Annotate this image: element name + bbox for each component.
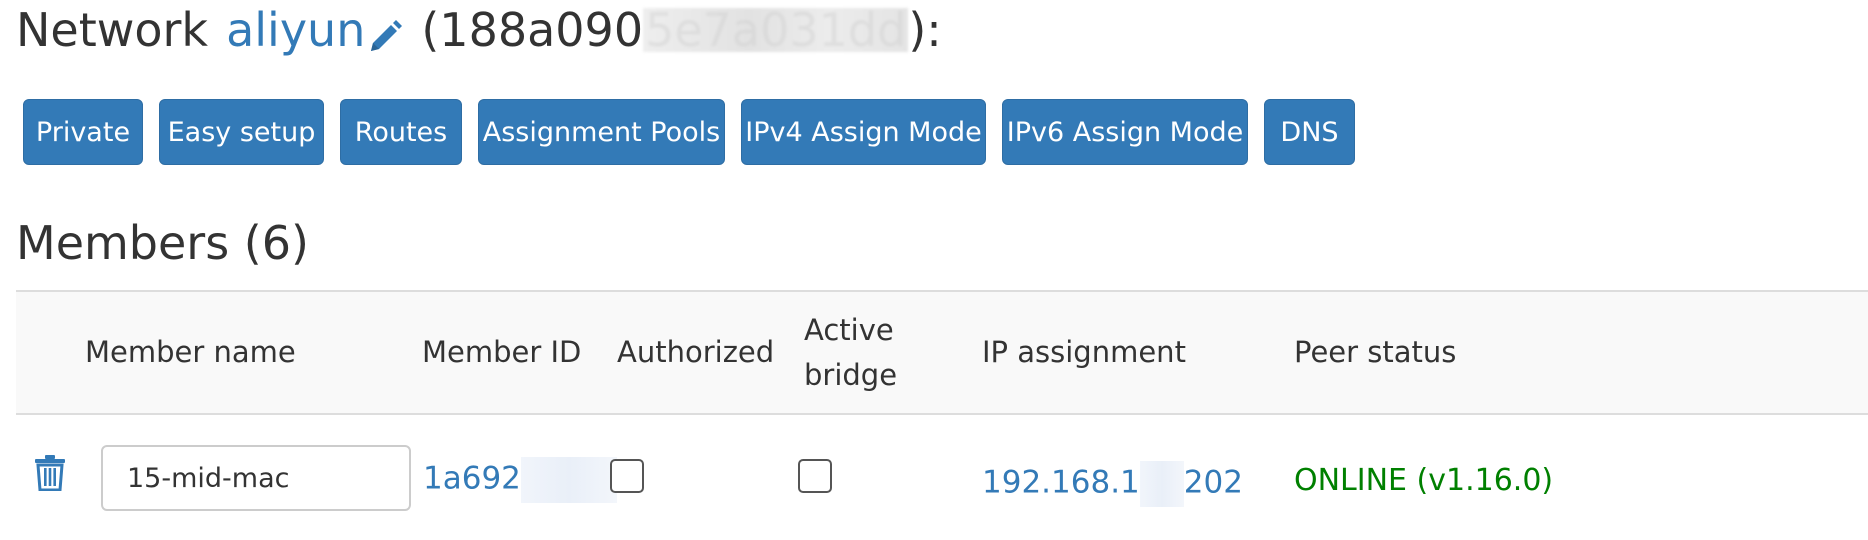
members-heading: Members (6) (16, 216, 309, 270)
assignment-pools-button[interactable]: Assignment Pools (478, 99, 725, 165)
column-member-name: Member name (85, 335, 296, 369)
title-prefix: Network (16, 3, 209, 57)
ipv6-assign-mode-button[interactable]: IPv6 Assign Mode (1002, 99, 1248, 165)
column-ip-assignment: IP assignment (982, 335, 1186, 369)
title-suffix: ): (908, 3, 942, 57)
member-id-text: 1a692 (423, 460, 521, 497)
network-page: Network aliyun (188a090 5e7a031dd ): Pri… (0, 0, 1868, 540)
ip-assignment-link[interactable]: 192.168.1 202 (982, 461, 1243, 507)
routes-button[interactable]: Routes (340, 99, 462, 165)
peer-status: ONLINE (v1.16.0) (1294, 463, 1554, 498)
member-id-redaction (520, 457, 617, 503)
network-id-visible: (188a090 (421, 3, 644, 57)
ip-redaction (1139, 461, 1184, 507)
column-authorized: Authorized (617, 335, 775, 369)
dns-button[interactable]: DNS (1264, 99, 1355, 165)
trash-icon[interactable] (34, 455, 66, 492)
pencil-icon[interactable] (367, 12, 403, 51)
member-name-input[interactable] (101, 445, 411, 511)
active-bridge-checkbox[interactable] (798, 459, 832, 493)
table-row: 1a692 192.168.1 202 ONLINE (v1.16.0) (16, 415, 1868, 540)
ip-suffix: 202 (1183, 464, 1243, 501)
network-id-redacted: 5e7a031dd (643, 3, 909, 57)
ip-prefix: 192.168.1 (982, 464, 1140, 501)
member-id-link[interactable]: 1a692 (423, 457, 617, 503)
easy-setup-button[interactable]: Easy setup (159, 99, 324, 165)
network-name-link[interactable]: aliyun (226, 3, 365, 57)
private-button[interactable]: Private (23, 99, 143, 165)
column-peer-status: Peer status (1294, 335, 1457, 369)
network-title: Network aliyun (188a090 5e7a031dd ): (16, 0, 942, 60)
column-active-bridge-line1: Active (804, 313, 894, 347)
column-member-id: Member ID (422, 335, 582, 369)
ipv4-assign-mode-button[interactable]: IPv4 Assign Mode (741, 99, 986, 165)
authorized-checkbox[interactable] (610, 459, 644, 493)
column-active-bridge-line2: bridge (804, 358, 898, 392)
members-table-header: Member name Member ID Authorized Active … (16, 290, 1868, 415)
